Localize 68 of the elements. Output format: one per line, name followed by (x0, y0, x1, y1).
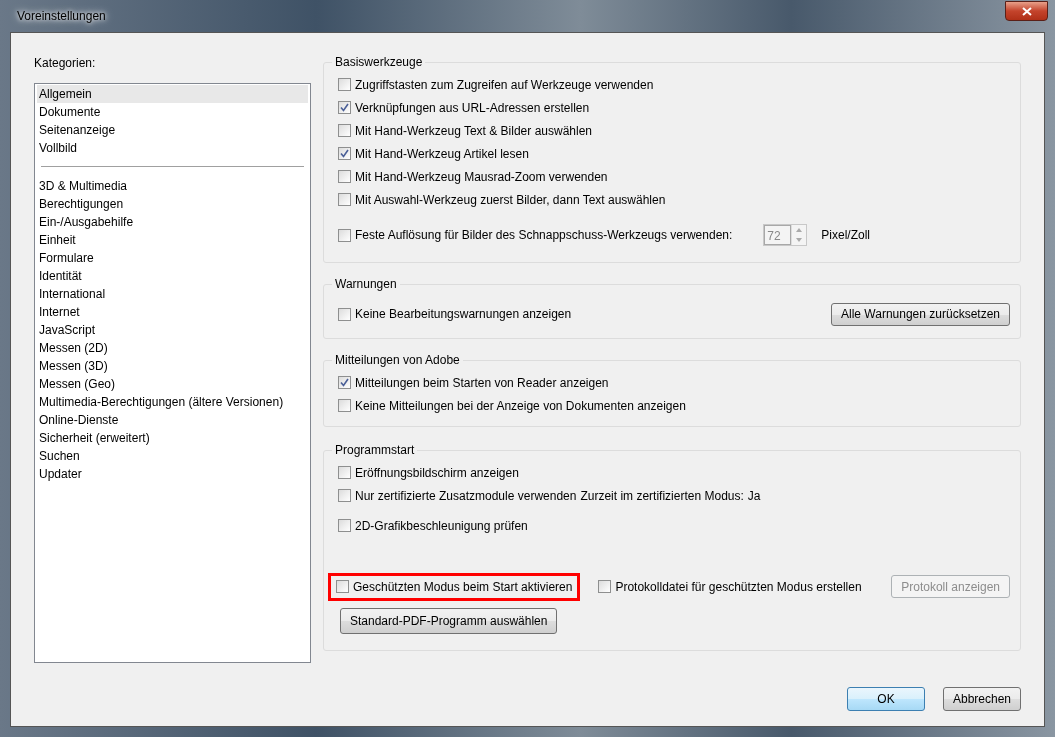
category-item[interactable]: Ein-/Ausgabehilfe (37, 213, 308, 231)
checkbox-label: Keine Bearbeitungswarnungen anzeigen (355, 307, 572, 321)
category-item[interactable]: Berechtigungen (37, 195, 308, 213)
category-item[interactable]: Sicherheit (erweitert) (37, 429, 308, 447)
checkbox-label: Protokolldatei für geschützten Modus erstellen (615, 579, 862, 594)
checkbox[interactable] (338, 147, 351, 160)
checkbox[interactable] (338, 307, 351, 321)
checkbox-label: Mitteilungen beim Starten von Reader anzeigen (355, 375, 609, 390)
category-item[interactable]: JavaScript (37, 321, 308, 339)
category-item[interactable]: Multimedia-Berechtigungen (ältere Versionen) (37, 393, 308, 411)
checkbox-label: Eröffnungsbildschirm anzeigen (355, 465, 519, 480)
reset-warnings-button[interactable]: Alle Warnungen zurücksetzen (831, 302, 1010, 326)
category-item[interactable]: Messen (Geo) (37, 375, 308, 393)
category-item[interactable]: Messen (3D) (37, 357, 308, 375)
category-item[interactable]: Seitenanzeige (37, 121, 308, 139)
checkbox-label: 2D-Grafikbeschleunigung prüfen (355, 518, 528, 533)
checkbox[interactable] (338, 170, 351, 183)
close-icon (1021, 6, 1032, 16)
window-title: Voreinstellungen (16, 9, 106, 23)
checkbox-label: Verknüpfungen aus URL-Adressen erstellen (355, 100, 590, 115)
category-item[interactable]: Updater (37, 465, 308, 483)
category-item[interactable]: International (37, 285, 308, 303)
checkbox[interactable] (338, 466, 351, 479)
checkbox-label: Mit Hand-Werkzeug Mausrad-Zoom verwenden (355, 169, 608, 184)
checkbox[interactable] (338, 78, 351, 91)
default-pdf-button[interactable]: Standard-PDF-Programm auswählen (340, 607, 558, 634)
checkbox[interactable] (338, 399, 351, 412)
ok-button[interactable]: OK (847, 687, 925, 711)
up-arrow-icon (796, 228, 803, 232)
unit-label: Pixel/Zoll (821, 228, 870, 242)
checkbox-label: Mit Hand-Werkzeug Text & Bilder auswählen (355, 123, 592, 138)
group-title: Basiswerkzeuge (334, 55, 424, 69)
checkbox[interactable] (338, 228, 351, 242)
group-title: Programmstart (334, 443, 416, 457)
category-item[interactable]: Formulare (37, 249, 308, 267)
status-label: Zurzeit im zertifizierten Modus: (580, 488, 744, 503)
checkbox[interactable] (338, 376, 351, 389)
category-item[interactable]: Allgemein (37, 85, 308, 103)
category-item[interactable]: Suchen (37, 447, 308, 465)
checkbox-label: Zugriffstasten zum Zugreifen auf Werkzeuge verwenden (355, 77, 654, 92)
group-title: Mitteilungen von Adobe (334, 353, 461, 367)
category-item[interactable]: Online-Dienste (37, 411, 308, 429)
category-item[interactable]: Einheit (37, 231, 308, 249)
checkbox[interactable] (598, 580, 612, 593)
checkbox[interactable] (338, 101, 351, 114)
down-arrow-icon (796, 238, 803, 242)
checkbox[interactable] (338, 519, 351, 532)
checkbox[interactable] (336, 580, 349, 593)
checkbox-label: Feste Auflösung für Bilder des Schnappschuss-Werkzeugs verwenden: (355, 228, 733, 242)
cancel-button[interactable]: Abbrechen (943, 687, 1021, 711)
category-item[interactable]: Internet (37, 303, 308, 321)
category-item[interactable]: Vollbild (37, 139, 308, 157)
checkbox[interactable] (338, 124, 351, 137)
categories-label: Kategorien: (34, 56, 97, 72)
group-title: Warnungen (334, 277, 398, 291)
close-button[interactable] (1005, 1, 1048, 21)
checkbox-label: Nur zertifizierte Zusatzmodule verwenden (355, 488, 577, 503)
category-item[interactable]: Identität (37, 267, 308, 285)
category-item[interactable]: Messen (2D) (37, 339, 308, 357)
checkbox[interactable] (338, 489, 351, 502)
status-value: Ja (747, 488, 761, 503)
category-item[interactable]: 3D & Multimedia (37, 177, 308, 195)
category-item[interactable]: Dokumente (37, 103, 308, 121)
checkbox-label: Mit Auswahl-Werkzeug zuerst Bilder, dann Text auswählen (355, 192, 666, 207)
checkbox-label: Mit Hand-Werkzeug Artikel lesen (355, 146, 529, 161)
checkbox-label: Keine Mitteilungen bei der Anzeige von Dokumenten anzeigen (355, 398, 686, 413)
checkbox[interactable] (338, 193, 351, 206)
checkbox-label: Geschützten Modus beim Start aktivieren (353, 579, 573, 594)
